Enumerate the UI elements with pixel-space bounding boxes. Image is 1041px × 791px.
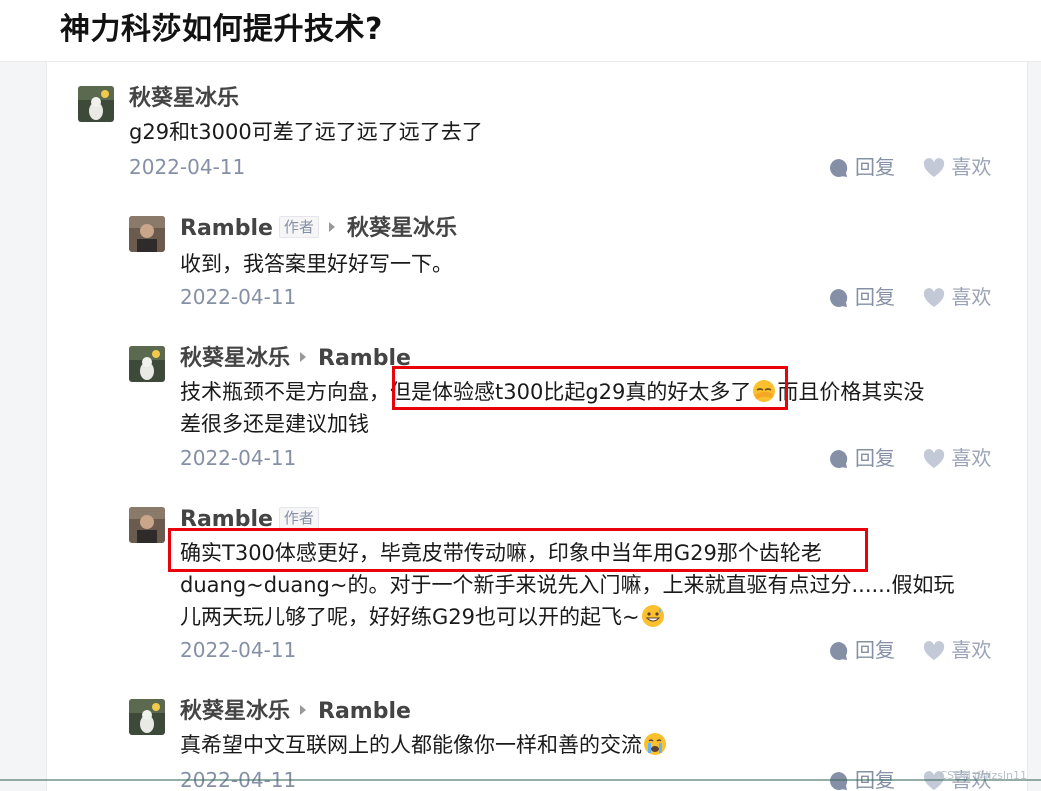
comment-text: 而且价格其实没 [777, 380, 925, 404]
grin-sweat-emoji-icon [641, 605, 664, 627]
question-title: 神力科莎如何提升技术? [60, 12, 383, 47]
comment-author-line: Ramble 作者 秋葵星冰乐 [180, 214, 457, 244]
reply-label: 回复 [855, 638, 895, 662]
heart-icon [924, 288, 945, 307]
comment-author-line: Ramble 作者 [180, 505, 319, 535]
author-name[interactable]: Ramble [180, 216, 273, 241]
reply-icon [830, 159, 848, 177]
like-button[interactable]: 喜欢 [923, 636, 991, 664]
reply-button[interactable]: 回复 [829, 283, 895, 311]
page: 神力科莎如何提升技术? 秋葵星冰乐 g29和t3000可差了远了远了远了去了 2… [0, 0, 1041, 791]
reply-to-name[interactable]: Ramble [318, 699, 411, 724]
heart-icon [924, 641, 945, 660]
like-label: 喜欢 [951, 638, 992, 662]
question-header: 神力科莎如何提升技术? [0, 0, 1041, 62]
like-button[interactable]: 喜欢 [923, 153, 991, 181]
heart-icon [924, 449, 945, 468]
like-label: 喜欢 [951, 155, 992, 179]
comment-date: 2022-04-11 [129, 155, 246, 179]
reply-icon [830, 289, 848, 307]
reply-to-name[interactable]: 秋葵星冰乐 [347, 216, 457, 241]
author-badge: 作者 [278, 507, 319, 529]
comment-author-line: 秋葵星冰乐 [129, 84, 239, 114]
reply-icon [830, 642, 848, 660]
avatar[interactable] [78, 86, 114, 122]
comment-content: 收到，我答案里好好写一下。 [180, 248, 453, 280]
comment-text-line: 真希望中文互联网上的人都能像你一样和善的交流 [180, 729, 668, 761]
reply-button[interactable]: 回复 [829, 636, 895, 664]
comment-actions: 回复 喜欢 [829, 283, 991, 311]
comment-actions: 回复 喜欢 [829, 444, 991, 472]
watermark: CSDN @lizsln11 [939, 769, 1027, 782]
author-badge: 作者 [278, 216, 319, 238]
comment-date: 2022-04-11 [180, 285, 297, 309]
comment-text-line: g29和t3000可差了远了远了远了去了 [129, 120, 483, 144]
comment-actions: 回复 喜欢 [829, 153, 991, 181]
reply-label: 回复 [855, 285, 895, 309]
reply-icon [830, 450, 848, 468]
comment-author-line: 秋葵星冰乐 Ramble [180, 344, 411, 374]
reply-arrow-icon [300, 705, 307, 715]
comment-content: 真希望中文互联网上的人都能像你一样和善的交流 [180, 729, 668, 761]
avatar[interactable] [129, 346, 165, 382]
reply-icon [830, 772, 848, 790]
reply-button[interactable]: 回复 [829, 444, 895, 472]
comment-content: 确实T300体感更好，毕竟皮带传动嘛，印象中当年用G29那个齿轮老 duang~… [180, 537, 955, 633]
bottom-border [0, 779, 1041, 781]
comment-author-line: 秋葵星冰乐 Ramble [180, 697, 411, 727]
comment-text-line: 儿两天玩儿够了呢，好好练G29也可以开的起飞~ [180, 601, 955, 633]
comment-text: 技术瓶颈不是方向盘， [180, 380, 390, 404]
author-name[interactable]: 秋葵星冰乐 [180, 346, 290, 371]
comment-date: 2022-04-11 [180, 446, 297, 470]
reply-button[interactable]: 回复 [829, 153, 895, 181]
heart-icon [924, 158, 945, 177]
author-name[interactable]: 秋葵星冰乐 [180, 699, 290, 724]
like-button[interactable]: 喜欢 [923, 444, 991, 472]
reply-arrow-icon [300, 352, 307, 362]
avatar[interactable] [129, 507, 165, 543]
comment-content: 技术瓶颈不是方向盘，但是体验感t300比起g29真的好太多了 而且价格其实没 差很… [180, 376, 924, 440]
reply-label: 回复 [855, 446, 895, 470]
avatar[interactable] [129, 216, 165, 252]
comment-text: 真希望中文互联网上的人都能像你一样和善的交流 [180, 733, 642, 757]
reply-to-name[interactable]: Ramble [318, 346, 411, 371]
comment-text-line: 收到，我答案里好好写一下。 [180, 252, 453, 276]
like-label: 喜欢 [951, 285, 992, 309]
highlighted-text: 但是体验感t300比起g29真的好太多了 [390, 380, 752, 404]
like-label: 喜欢 [951, 446, 992, 470]
like-button[interactable]: 喜欢 [923, 283, 991, 311]
reply-arrow-icon [328, 222, 335, 232]
author-name[interactable]: 秋葵星冰乐 [129, 86, 239, 111]
comment-text: 儿两天玩儿够了呢，好好练G29也可以开的起飞~ [180, 605, 640, 629]
comment-content: g29和t3000可差了远了远了远了去了 [129, 116, 483, 148]
highlighted-text: 确实T300体感更好，毕竟皮带传动嘛，印象中当年用G29那个齿轮老 [180, 541, 822, 565]
face-palm-emoji-icon [753, 380, 776, 402]
comment-text-line: duang~duang~的。对于一个新手来说先入门嘛，上来就直驱有点过分....… [180, 573, 955, 597]
comment-text-line: 差很多还是建议加钱 [180, 412, 369, 436]
comment-text-line: 技术瓶颈不是方向盘，但是体验感t300比起g29真的好太多了 而且价格其实没 [180, 376, 924, 408]
comment-actions: 回复 喜欢 [829, 636, 991, 664]
avatar[interactable] [129, 699, 165, 735]
crying-emoji-icon [644, 733, 666, 755]
reply-label: 回复 [855, 155, 895, 179]
comment-date: 2022-04-11 [180, 638, 297, 662]
author-name[interactable]: Ramble [180, 507, 273, 532]
